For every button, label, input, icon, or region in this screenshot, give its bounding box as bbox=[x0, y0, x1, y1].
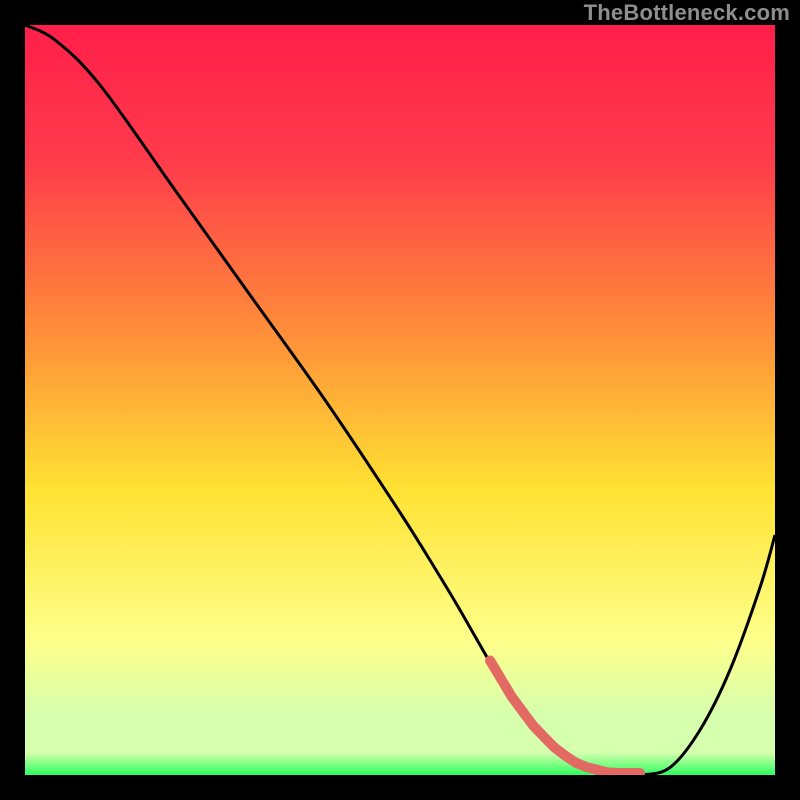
watermark-text: TheBottleneck.com bbox=[584, 0, 790, 26]
curve-line bbox=[25, 25, 775, 775]
bottleneck-curve bbox=[25, 25, 775, 775]
chart-frame: TheBottleneck.com bbox=[0, 0, 800, 800]
plot-area bbox=[25, 25, 775, 775]
optimal-range-marker bbox=[490, 661, 640, 774]
